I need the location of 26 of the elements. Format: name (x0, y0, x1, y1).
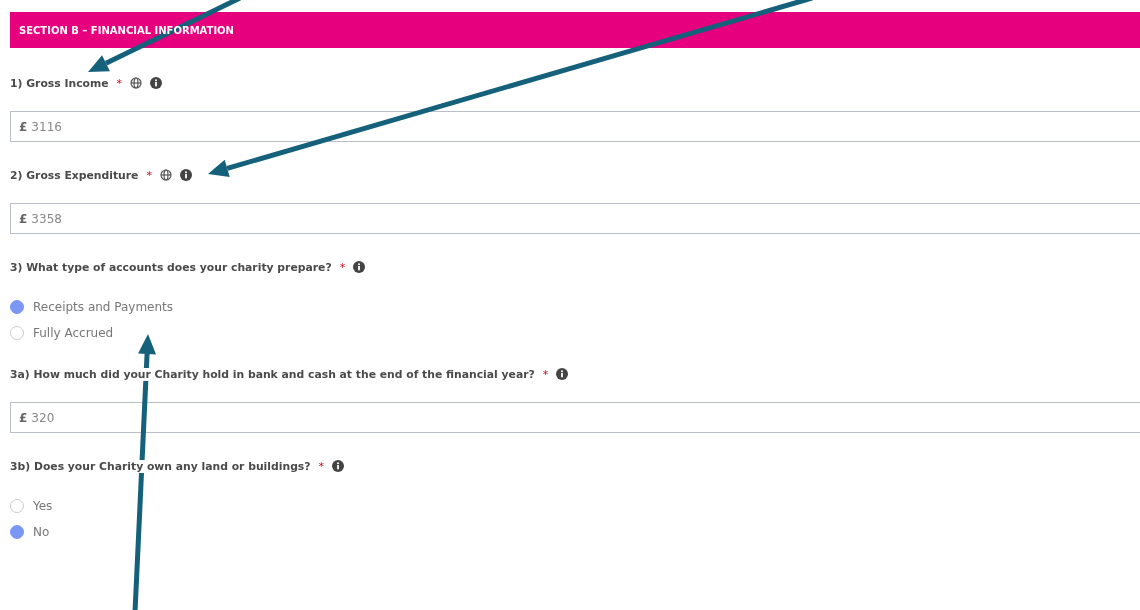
info-icon[interactable] (150, 77, 163, 89)
option-label[interactable]: Fully Accrued (33, 326, 114, 340)
radio-button[interactable] (10, 300, 24, 314)
info-icon[interactable] (332, 460, 345, 472)
input-field[interactable]: £ 3116 (10, 111, 1140, 142)
required-mark: * (542, 367, 549, 381)
radio-button[interactable] (10, 525, 24, 539)
required-mark: * (318, 459, 325, 473)
question-label: 2) Gross Expenditure (10, 168, 139, 182)
required-mark: * (116, 76, 123, 90)
radio-button[interactable] (10, 499, 24, 513)
question-label: 3a) How much did your Charity hold in bank and cash at the end of the financial year? (10, 367, 535, 381)
required-mark: * (339, 260, 346, 274)
required-mark: * (146, 168, 152, 182)
info-icon[interactable] (353, 261, 366, 273)
question-label: 1) Gross Income (10, 76, 109, 90)
info-icon[interactable] (179, 169, 192, 181)
question-label: 3b) Does your Charity own any land or buildings? (10, 459, 311, 473)
option-label[interactable]: Receipts and Payments (33, 300, 174, 314)
info-icon[interactable] (556, 368, 569, 380)
option-label[interactable]: No (33, 525, 50, 539)
input-field[interactable]: £ 320 (10, 402, 1140, 433)
option-label[interactable]: Yes (33, 499, 53, 513)
input-field[interactable]: £ 3358 (10, 203, 1140, 234)
question-label: 3) What type of accounts does your charity prepare? (10, 260, 332, 274)
radio-button[interactable] (10, 326, 24, 340)
